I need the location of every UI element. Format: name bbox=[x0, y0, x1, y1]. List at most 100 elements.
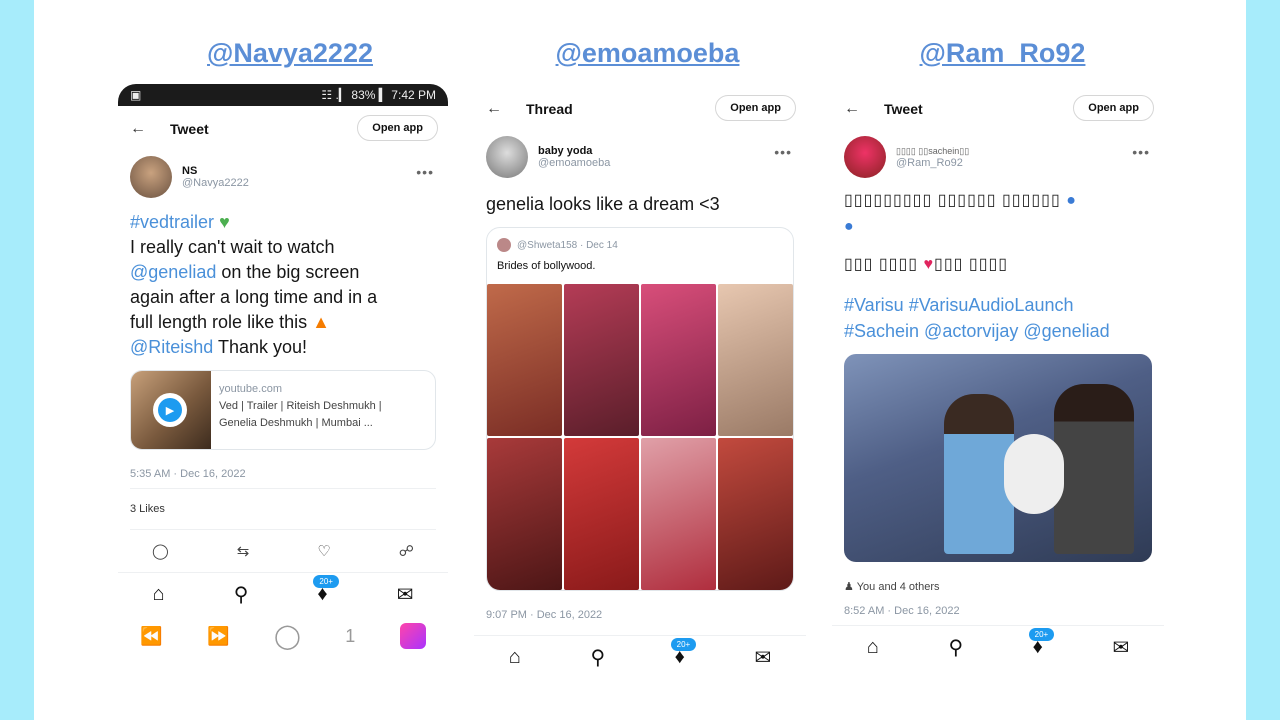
search-icon[interactable]: ⚲ bbox=[234, 582, 249, 607]
reply-icon[interactable]: ◯ bbox=[152, 542, 169, 560]
author-name[interactable]: baby yoda bbox=[538, 145, 610, 157]
photo[interactable] bbox=[564, 284, 639, 436]
open-app-button[interactable]: Open app bbox=[1073, 95, 1154, 121]
home-icon[interactable]: ⌂ bbox=[509, 646, 521, 669]
tweet-line: I really can't wait to watch bbox=[130, 237, 335, 257]
thread-header: ← Thread Open app bbox=[474, 86, 806, 132]
notification-badge: 20+ bbox=[670, 638, 697, 651]
author-handle[interactable]: @emoamoeba bbox=[538, 157, 610, 169]
likes-count[interactable]: 3 Likes bbox=[118, 489, 448, 529]
mention-link[interactable]: @geneliad bbox=[130, 262, 216, 282]
tweet-text: #vedtrailer ♥ I really can't wait to wat… bbox=[118, 210, 448, 360]
tweet-line: on the big screen bbox=[216, 262, 360, 282]
photo[interactable] bbox=[718, 438, 793, 590]
hashtag-link[interactable]: #Varisu #VarisuAudioLaunch bbox=[832, 292, 1164, 318]
tweet-author: ▯▯▯▯ ▯▯sachein▯▯ @Ram_Ro92 ••• bbox=[832, 132, 1164, 182]
green-heart-icon: ♥ bbox=[219, 212, 230, 232]
app-avatar-icon[interactable] bbox=[399, 623, 426, 649]
tweet-timestamp: 5:35 AM · Dec 16, 2022 bbox=[130, 468, 246, 480]
messages-icon[interactable]: ✉ bbox=[754, 645, 771, 670]
tweet-header: ← Tweet Open app bbox=[118, 106, 448, 152]
status-icons-right: ☷ .▎ 83% ▍ 7:42 PM bbox=[321, 88, 436, 102]
like-icon[interactable]: ♡ bbox=[317, 542, 330, 560]
tweet-text: genelia looks like a dream <3 bbox=[486, 194, 720, 214]
handle-label-1: @Navya2222 bbox=[207, 38, 373, 68]
quoted-tweet[interactable]: @Shweta158 · Dec 14 Brides of bollywood. bbox=[486, 227, 794, 591]
notification-badge: 20+ bbox=[1028, 628, 1055, 641]
handle-label-2: @emoamoeba bbox=[555, 38, 740, 68]
author-handle[interactable]: @Ram_Ro92 bbox=[896, 157, 969, 169]
share-icon[interactable]: ☍ bbox=[399, 542, 414, 560]
person-icon: ♟ bbox=[844, 581, 854, 593]
author-name[interactable]: NS bbox=[182, 165, 249, 177]
photo[interactable] bbox=[641, 438, 716, 590]
mention-link[interactable]: @Riteishd bbox=[130, 337, 213, 357]
face-icon: ● bbox=[844, 218, 855, 235]
tweet-photo[interactable] bbox=[844, 354, 1152, 562]
more-options-icon[interactable]: ••• bbox=[774, 144, 792, 160]
tweet-author: baby yoda @emoamoeba ••• bbox=[474, 132, 806, 182]
home-icon[interactable]: ⌂ bbox=[153, 583, 165, 606]
search-icon[interactable]: ⚲ bbox=[948, 635, 963, 660]
tweet-screenshot-3: ← Tweet Open app ▯▯▯▯ ▯▯sachein▯▯ @Ram_R… bbox=[832, 84, 1164, 694]
link-preview-card[interactable]: ▶ youtube.com Ved | Trailer | Riteish De… bbox=[130, 370, 436, 450]
hashtag-link[interactable]: #Sachein @actorvijay @geneliad bbox=[832, 318, 1164, 344]
people-icon: ● bbox=[1066, 192, 1077, 209]
tweet-line: ▯▯▯ ▯▯▯▯ bbox=[844, 256, 919, 273]
page-number: 1 bbox=[345, 625, 356, 646]
photo[interactable] bbox=[487, 438, 562, 590]
liked-by-row[interactable]: ♟ You and 4 others bbox=[832, 572, 1164, 601]
avatar[interactable] bbox=[844, 136, 886, 178]
photo[interactable] bbox=[641, 284, 716, 436]
tweet-line: full length role like this bbox=[130, 312, 308, 332]
notifications-icon[interactable]: ♦ 20+ bbox=[1028, 628, 1055, 659]
play-icon[interactable]: ▶ bbox=[153, 393, 187, 427]
home-icon[interactable]: ⌂ bbox=[867, 636, 879, 659]
avatar[interactable] bbox=[486, 136, 528, 178]
hashtag-link[interactable]: #vedtrailer bbox=[130, 212, 214, 232]
hearts-icon: ♥ bbox=[923, 256, 935, 273]
bottom-nav: ⌂ ⚲ ♦ 20+ ✉ bbox=[118, 572, 448, 616]
rewind-icon[interactable]: ⏪ bbox=[140, 626, 162, 647]
bottom-nav: ⌂ ⚲ ♦ 20+ ✉ bbox=[832, 625, 1164, 669]
tweet-author: NS @Navya2222 ••• bbox=[118, 152, 448, 202]
photo-dog bbox=[1004, 434, 1064, 514]
header-title: Thread bbox=[526, 101, 573, 117]
tweet-screenshot-2: ← Thread Open app baby yoda @emoamoeba •… bbox=[474, 84, 806, 694]
quote-avatar bbox=[497, 238, 511, 252]
fire-icon: ▲ bbox=[312, 312, 330, 332]
card-title: Ved | Trailer | Riteish Deshmukh | bbox=[219, 400, 382, 412]
notifications-icon[interactable]: ♦ 20+ bbox=[313, 575, 339, 606]
home-circle-icon[interactable]: ◯ bbox=[274, 622, 301, 651]
back-arrow-icon[interactable]: ← bbox=[844, 100, 860, 118]
notifications-icon[interactable]: ♦ 20+ bbox=[670, 638, 697, 669]
messages-icon[interactable]: ✉ bbox=[397, 582, 414, 607]
tweet-header: ← Tweet Open app bbox=[832, 86, 1164, 132]
photo[interactable] bbox=[718, 284, 793, 436]
fast-forward-icon[interactable]: ⏩ bbox=[207, 626, 229, 647]
author-handle[interactable]: @Navya2222 bbox=[182, 177, 249, 189]
tweet-text: ▯▯▯▯▯▯▯▯▯ ▯▯▯▯▯▯ ▯▯▯▯▯▯ ● ● ▯▯▯ ▯▯▯▯ ♥▯▯… bbox=[832, 188, 1164, 344]
author-name[interactable]: ▯▯▯▯ ▯▯sachein▯▯ bbox=[896, 146, 969, 157]
tweet-line: Thank you! bbox=[213, 337, 308, 357]
open-app-button[interactable]: Open app bbox=[715, 95, 796, 121]
tweet-actions: ◯ ⇆ ♡ ☍ bbox=[118, 530, 448, 572]
photo[interactable] bbox=[564, 438, 639, 590]
avatar[interactable] bbox=[130, 156, 172, 198]
back-arrow-icon[interactable]: ← bbox=[130, 120, 146, 138]
tweet-timestamp: 8:52 AM · Dec 16, 2022 bbox=[844, 605, 960, 617]
more-options-icon[interactable]: ••• bbox=[1132, 144, 1150, 160]
quote-handle: @Shweta158 · Dec 14 bbox=[517, 239, 618, 251]
photo[interactable] bbox=[487, 284, 562, 436]
search-icon[interactable]: ⚲ bbox=[590, 645, 605, 670]
tweet-line: ▯▯▯ ▯▯▯▯ bbox=[934, 256, 1009, 273]
open-app-button[interactable]: Open app bbox=[357, 115, 438, 141]
notification-badge: 20+ bbox=[313, 575, 339, 588]
retweet-icon[interactable]: ⇆ bbox=[237, 542, 250, 560]
back-arrow-icon[interactable]: ← bbox=[486, 100, 502, 118]
liked-by-text: You and 4 others bbox=[856, 581, 940, 593]
messages-icon[interactable]: ✉ bbox=[1112, 635, 1129, 660]
tweet-line: again after a long time and in a bbox=[130, 287, 378, 307]
more-options-icon[interactable]: ••• bbox=[416, 164, 434, 180]
header-title: Tweet bbox=[884, 101, 923, 117]
